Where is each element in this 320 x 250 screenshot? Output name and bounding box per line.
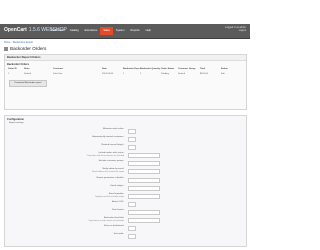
- config-help-text: Only orders with these statuses are incl…: [86, 155, 124, 158]
- config-label: Show on dashboard:: [103, 225, 124, 228]
- config-row: Remind interval (days):: [5, 144, 246, 152]
- configuration-subheading: Report settings: [9, 122, 24, 124]
- config-input[interactable]: [128, 218, 160, 224]
- config-row: Automatically remind customers:: [5, 136, 246, 144]
- config-input[interactable]: [128, 137, 136, 143]
- page-title-text: Backorder Orders: [10, 46, 47, 51]
- config-input[interactable]: [128, 193, 160, 199]
- config-row: Attach CSV:: [5, 201, 246, 209]
- cell-backorder-days: 1: [123, 73, 125, 75]
- cell-store: Default: [24, 73, 31, 75]
- table-row: 1 Default John Doe 2014-03-05 1 1 Pendin…: [7, 73, 243, 78]
- admin-header: OpenCart 1.5.6 WEBSHOP Dashboard Catalog …: [0, 24, 250, 39]
- cell-order-id: 1: [8, 73, 10, 75]
- config-row: Date format:: [5, 209, 246, 217]
- config-label: Report generation schedule:: [96, 176, 124, 179]
- section-title: Backorder Orders: [7, 63, 30, 66]
- config-row: Report generation schedule:: [5, 177, 246, 185]
- cell-customer: John Doe: [53, 73, 63, 75]
- config-input[interactable]: [128, 145, 136, 151]
- config-input[interactable]: [128, 226, 136, 232]
- config-help-text: Template used for reminder emails: [94, 195, 124, 198]
- config-label: Backorder threshold:: [103, 217, 124, 220]
- cell-order-status: Pending: [161, 73, 170, 75]
- panel-heading: Backorder Report Orders: [5, 55, 246, 61]
- download-report-button[interactable]: Download Backorder report: [9, 80, 47, 87]
- config-input[interactable]: [128, 234, 136, 240]
- config-row: Sort order:: [5, 233, 246, 241]
- nav-system[interactable]: System: [113, 27, 128, 35]
- col-store[interactable]: Store: [24, 68, 30, 70]
- config-help-text: Email address that receives the report: [92, 171, 124, 174]
- config-label: Remind interval (days):: [101, 144, 125, 147]
- col-customer-group[interactable]: Customer Group: [178, 68, 195, 70]
- config-label: Include orders with status:: [98, 152, 124, 155]
- config-label: Automatically remind customers:: [92, 136, 124, 139]
- cell-customer-group: Default: [178, 73, 185, 75]
- nav-extensions[interactable]: Extensions: [82, 27, 101, 35]
- config-row: Notify admin by email: Email address that…: [5, 168, 246, 176]
- top-navigation: Dashboard Catalog Extensions Sales Syste…: [48, 27, 154, 35]
- logout-link[interactable]: Logout: [225, 29, 246, 32]
- config-row: Email subject:: [5, 185, 246, 193]
- config-label: Sort order:: [113, 233, 124, 236]
- cell-total: $105.00: [200, 73, 208, 75]
- nav-catalog[interactable]: Catalog: [67, 27, 82, 35]
- config-label: Exclude customer groups:: [98, 160, 124, 163]
- config-row: Show on dashboard:: [5, 225, 246, 233]
- nav-dashboard[interactable]: Dashboard: [48, 27, 67, 35]
- col-customer[interactable]: Customer: [53, 68, 63, 70]
- col-order-id[interactable]: Order ID: [8, 68, 17, 70]
- report-icon: [4, 46, 8, 51]
- config-label: Email subject:: [110, 184, 124, 187]
- cell-backorder-qty: 1: [140, 73, 142, 75]
- config-input[interactable]: [128, 201, 136, 207]
- config-row: Minimum order value:: [5, 128, 246, 136]
- col-date[interactable]: Date: [102, 68, 107, 70]
- page-title: Backorder Orders: [4, 46, 46, 51]
- config-row: Include orders with status: Only orders w…: [5, 152, 246, 160]
- col-action: Action: [221, 68, 228, 70]
- config-input[interactable]: [128, 177, 160, 183]
- config-row: Backorder threshold: Days before an order…: [5, 217, 246, 225]
- configuration-heading: Configuration: [7, 118, 24, 121]
- nav-reports[interactable]: Reports: [128, 27, 143, 35]
- backorder-table: Order ID Store Customer Date Backorder D…: [7, 68, 243, 78]
- config-input[interactable]: [128, 129, 136, 134]
- edit-link[interactable]: Edit: [221, 73, 225, 75]
- col-backorder-qty[interactable]: Backorder Quantity: [140, 68, 160, 70]
- config-input[interactable]: [128, 169, 160, 175]
- config-input[interactable]: [128, 209, 160, 215]
- config-label: Date format:: [111, 208, 124, 211]
- config-row: Exclude customer groups:: [5, 160, 246, 168]
- col-order-status[interactable]: Order Status: [161, 68, 174, 70]
- brand-name: OpenCart: [4, 27, 27, 33]
- config-input[interactable]: [128, 161, 160, 167]
- config-label: Attach CSV:: [112, 200, 124, 203]
- config-label: Minimum order value:: [102, 128, 124, 130]
- col-backorder-days[interactable]: Backorder Days: [123, 68, 140, 70]
- config-input[interactable]: [128, 185, 160, 191]
- config-help-text: Days before an order counts as backorder: [88, 219, 124, 222]
- col-total[interactable]: Total: [200, 68, 205, 70]
- breadcrumb[interactable]: Home :: Backorders Report: [4, 41, 33, 44]
- config-row: Email template: Template used for reminde…: [5, 193, 246, 201]
- config-input[interactable]: [128, 153, 160, 159]
- screenshot: OpenCart 1.5.6 WEBSHOP Dashboard Catalog …: [0, 0, 250, 250]
- configuration-rows: Minimum order value: Automatically remind…: [5, 128, 246, 241]
- user-links: Logged in as admin Logout: [225, 26, 246, 33]
- cell-date: 2014-03-05: [102, 73, 114, 75]
- configuration-panel: Configuration Report settings Minimum or…: [4, 115, 247, 247]
- nav-help[interactable]: Help: [143, 27, 154, 35]
- config-label: Email template:: [108, 192, 124, 195]
- nav-sales[interactable]: Sales: [100, 27, 113, 35]
- backorder-report-panel: Backorder Report Orders Backorder Orders…: [4, 54, 247, 110]
